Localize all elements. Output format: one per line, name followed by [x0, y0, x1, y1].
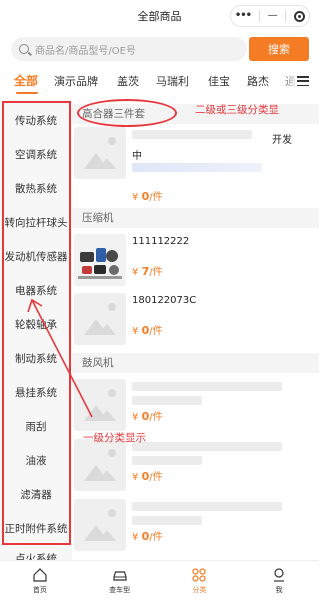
blurred-text: [132, 456, 202, 465]
product-card[interactable]: 111112222 ¥ 7/件: [72, 234, 319, 296]
nav-label: 分类: [192, 585, 207, 594]
annotation-oval: [77, 99, 177, 127]
product-card[interactable]: 开发 中 ¥ 0/件: [72, 127, 319, 203]
nav-me[interactable]: 我: [239, 561, 319, 600]
product-image-placeholder: [74, 293, 126, 345]
nav-label: 查车型: [109, 585, 131, 594]
product-name: 111112222: [132, 236, 190, 247]
tab-brand[interactable]: 马瑞利: [156, 73, 189, 89]
product-image-placeholder: [74, 379, 126, 431]
tab-brand[interactable]: 路杰: [247, 73, 269, 89]
product-price: ¥ 0/件: [132, 190, 163, 203]
blurred-text: [132, 442, 282, 451]
blurred-text: [132, 163, 262, 172]
product-price: ¥ 0/件: [132, 530, 163, 543]
tab-brand[interactable]: 佳宝: [208, 73, 230, 89]
section-header: 压缩机: [72, 208, 319, 228]
product-card[interactable]: ¥ 0/件: [72, 499, 319, 560]
tab-all[interactable]: 全部: [14, 72, 38, 89]
car-icon: [113, 570, 127, 581]
more-icon[interactable]: •••: [235, 11, 252, 21]
blurred-text: [132, 130, 252, 139]
category-icon: [192, 567, 206, 582]
search-input[interactable]: 商品名/商品型号/OE号: [11, 37, 247, 61]
title-bar: 全部商品 ••• —: [0, 0, 319, 32]
nav-label: 首页: [32, 585, 47, 594]
product-image: [74, 234, 126, 286]
user-icon: [274, 567, 285, 582]
search-icon: [19, 44, 29, 54]
sidebar-item[interactable]: 点火系统: [0, 551, 72, 560]
nav-category[interactable]: 分类: [160, 561, 240, 600]
blurred-text: [132, 382, 282, 391]
blurred-text: [132, 396, 202, 405]
annotation-text: 一级分类显示: [83, 432, 146, 444]
tabs-fade: [281, 67, 297, 97]
compressor-parts-icon: [78, 248, 122, 279]
product-name: 180122073C: [132, 295, 197, 306]
product-price: ¥ 7/件: [132, 265, 163, 278]
product-image-placeholder: [74, 439, 126, 491]
search-placeholder: 商品名/商品型号/OE号: [35, 45, 136, 57]
brand-tabs: 全部 演示品牌 盖茨 马瑞利 佳宝 路杰 通: [0, 67, 319, 97]
close-icon[interactable]: [294, 10, 306, 22]
blurred-text: [132, 516, 202, 525]
product-image-placeholder: [74, 127, 126, 179]
annotation-box: [2, 101, 71, 545]
search-button[interactable]: 搜索: [249, 37, 309, 61]
menu-icon[interactable]: [297, 76, 309, 86]
product-price: ¥ 0/件: [132, 470, 163, 483]
product-card[interactable]: ¥ 0/件: [72, 439, 319, 501]
section-header: 鼓风机: [72, 353, 319, 373]
bottom-nav: 首页 查车型 分类 我: [0, 560, 319, 600]
capsule-divider: [258, 10, 260, 22]
product-list: 高合器三件套 开发 中 ¥ 0/件 压缩机 111112222 ¥ 7/件 18…: [72, 100, 319, 560]
nav-home[interactable]: 首页: [0, 561, 80, 600]
annotation-text: 二级或三级分类显: [195, 104, 279, 116]
product-price: ¥ 0/件: [132, 410, 163, 423]
capsule-divider: [285, 10, 287, 22]
nav-label: 我: [275, 585, 283, 594]
product-image-placeholder: [74, 499, 126, 551]
product-name: 中: [132, 151, 142, 162]
tab-active-indicator: [16, 92, 38, 94]
nav-car[interactable]: 查车型: [80, 561, 160, 600]
product-price: ¥ 0/件: [132, 324, 163, 337]
tab-brand[interactable]: 演示品牌: [54, 73, 98, 89]
search-bar: 商品名/商品型号/OE号 搜索: [11, 37, 309, 61]
tab-brand[interactable]: 盖茨: [117, 73, 139, 89]
product-card[interactable]: 180122073C ¥ 0/件: [72, 293, 319, 355]
mini-program-capsule[interactable]: ••• —: [230, 5, 310, 27]
blurred-text: [132, 502, 282, 511]
minimize-icon[interactable]: —: [268, 11, 278, 21]
product-name: 开发: [272, 135, 292, 146]
home-icon: [33, 567, 47, 582]
